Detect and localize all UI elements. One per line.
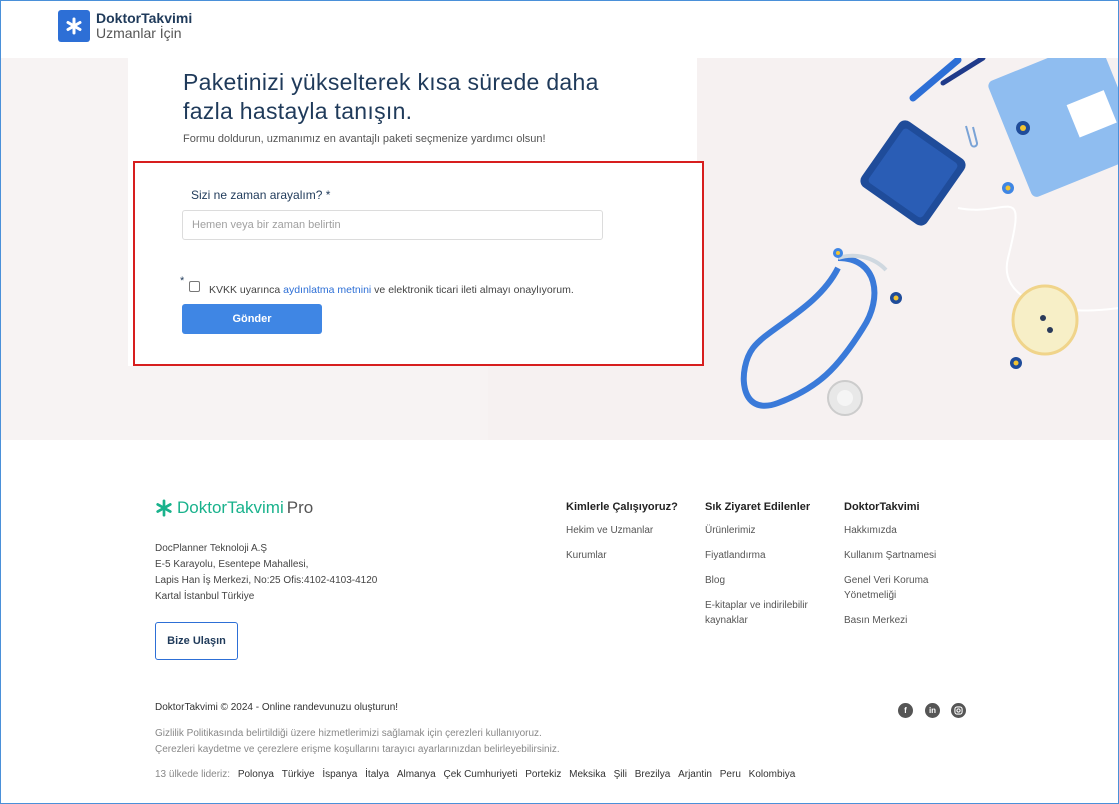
footer-logo[interactable]: DoktorTakvimi Pro bbox=[155, 498, 313, 518]
footer-link[interactable]: Hekim ve Uzmanlar bbox=[566, 523, 686, 538]
country-link[interactable]: Şili bbox=[614, 769, 627, 780]
instagram-icon[interactable] bbox=[951, 703, 966, 718]
contact-us-button[interactable]: Bize Ulaşın bbox=[155, 622, 238, 660]
footer-link[interactable]: Blog bbox=[705, 573, 825, 588]
page-subtitle: Formu doldurun, uzmanımız en avantajlı p… bbox=[183, 133, 546, 145]
required-marker: * bbox=[180, 275, 185, 287]
page-title: Paketinizi yükselterek kısa sürede daha … bbox=[183, 69, 599, 124]
facebook-icon[interactable]: f bbox=[898, 703, 913, 718]
footer-link[interactable]: Basın Merkezi bbox=[844, 613, 954, 628]
address-line: DocPlanner Teknoloji A.Ş bbox=[155, 543, 268, 554]
country-link[interactable]: Türkiye bbox=[282, 769, 315, 780]
footer-column-title: Kimlerle Çalışıyoruz? bbox=[566, 501, 678, 513]
linkedin-icon[interactable]: in bbox=[925, 703, 940, 718]
logo-title: DoktorTakvimi bbox=[96, 10, 193, 26]
site-logo[interactable]: DoktorTakvimi Uzmanlar İçin bbox=[58, 10, 192, 42]
country-link[interactable]: İtalya bbox=[365, 769, 389, 780]
site-header: DoktorTakvimi Uzmanlar İçin bbox=[0, 0, 1119, 58]
consent-before-text: KVKK uyarınca bbox=[209, 284, 284, 296]
country-link[interactable]: Meksika bbox=[569, 769, 606, 780]
callback-form: Sizi ne zaman arayalım? * * KVKK uyarınc… bbox=[133, 161, 704, 366]
consent-text: KVKK uyarınca aydınlatma metnini ve elek… bbox=[209, 284, 574, 296]
country-link[interactable]: Brezilya bbox=[635, 769, 671, 780]
country-list: 13 ülkede lideriz: Polonya Türkiye İspan… bbox=[155, 769, 795, 780]
footer-link[interactable]: Kullanım Şartnamesi bbox=[844, 548, 954, 563]
footer-link[interactable]: Fiyatlandırma bbox=[705, 548, 825, 563]
country-link[interactable]: Arjantin bbox=[678, 769, 712, 780]
consent-after-text: ve elektronik ticari ileti almayı onaylı… bbox=[371, 284, 574, 296]
footer-link[interactable]: Hakkımızda bbox=[844, 523, 954, 538]
company-address: DocPlanner Teknoloji A.Ş E-5 Karayolu, E… bbox=[155, 541, 377, 605]
cookie-line: Gizlilik Politikasında belirtildiği üzer… bbox=[155, 728, 542, 739]
consent-checkbox[interactable] bbox=[189, 281, 200, 292]
footer-link[interactable]: Kurumlar bbox=[566, 548, 686, 563]
address-line: Lapis Han İş Merkezi, No:25 Ofis:4102-41… bbox=[155, 575, 378, 586]
footer-column-popular: Sık Ziyaret Edilenler Ürünlerimiz Fiyatl… bbox=[705, 501, 825, 638]
countries-label: 13 ülkede lideriz: bbox=[155, 769, 231, 780]
submit-button[interactable]: Gönder bbox=[182, 304, 322, 334]
country-link[interactable]: Almanya bbox=[397, 769, 436, 780]
footer-column-title: Sık Ziyaret Edilenler bbox=[705, 501, 811, 513]
footer-column-audience: Kimlerle Çalışıyoruz? Hekim ve Uzmanlar … bbox=[566, 501, 686, 573]
footer-column-title: DoktorTakvimi bbox=[844, 501, 920, 513]
country-link[interactable]: Çek Cumhuriyeti bbox=[444, 769, 518, 780]
address-line: E-5 Karayolu, Esentepe Mahallesi, bbox=[155, 559, 309, 570]
footer-link[interactable]: Genel Veri Koruma Yönetmeliği bbox=[844, 573, 954, 603]
privacy-notice-link[interactable]: aydınlatma metnini bbox=[283, 284, 371, 296]
address-line: Kartal İstanbul Türkiye bbox=[155, 591, 255, 602]
logo-subtitle: Uzmanlar İçin bbox=[96, 25, 182, 41]
footer-logo-icon bbox=[156, 499, 172, 517]
time-field-label: Sizi ne zaman arayalım? * bbox=[191, 188, 331, 202]
country-link[interactable]: İspanya bbox=[322, 769, 357, 780]
country-link[interactable]: Peru bbox=[720, 769, 741, 780]
cookie-notice: Gizlilik Politikasında belirtildiği üzer… bbox=[155, 726, 560, 758]
country-link[interactable]: Kolombiya bbox=[749, 769, 796, 780]
country-link[interactable]: Polonya bbox=[238, 769, 274, 780]
footer-brand: DoktorTakvimi bbox=[177, 498, 284, 517]
copyright-text: DoktorTakvimi © 2024 - Online randevunuz… bbox=[155, 702, 399, 713]
footer-column-company: DoktorTakvimi Hakkımızda Kullanım Şartna… bbox=[844, 501, 954, 638]
footer-link[interactable]: Ürünlerimiz bbox=[705, 523, 825, 538]
country-link[interactable]: Portekiz bbox=[525, 769, 561, 780]
logo-mark-icon bbox=[58, 10, 90, 42]
footer-brand-suffix: Pro bbox=[286, 498, 314, 517]
footer-link[interactable]: E-kitaplar ve indirilebilir kaynaklar bbox=[705, 598, 825, 628]
call-time-input[interactable] bbox=[182, 210, 603, 240]
cookie-line: Çerezleri kaydetme ve çerezlere erişme k… bbox=[155, 744, 560, 755]
